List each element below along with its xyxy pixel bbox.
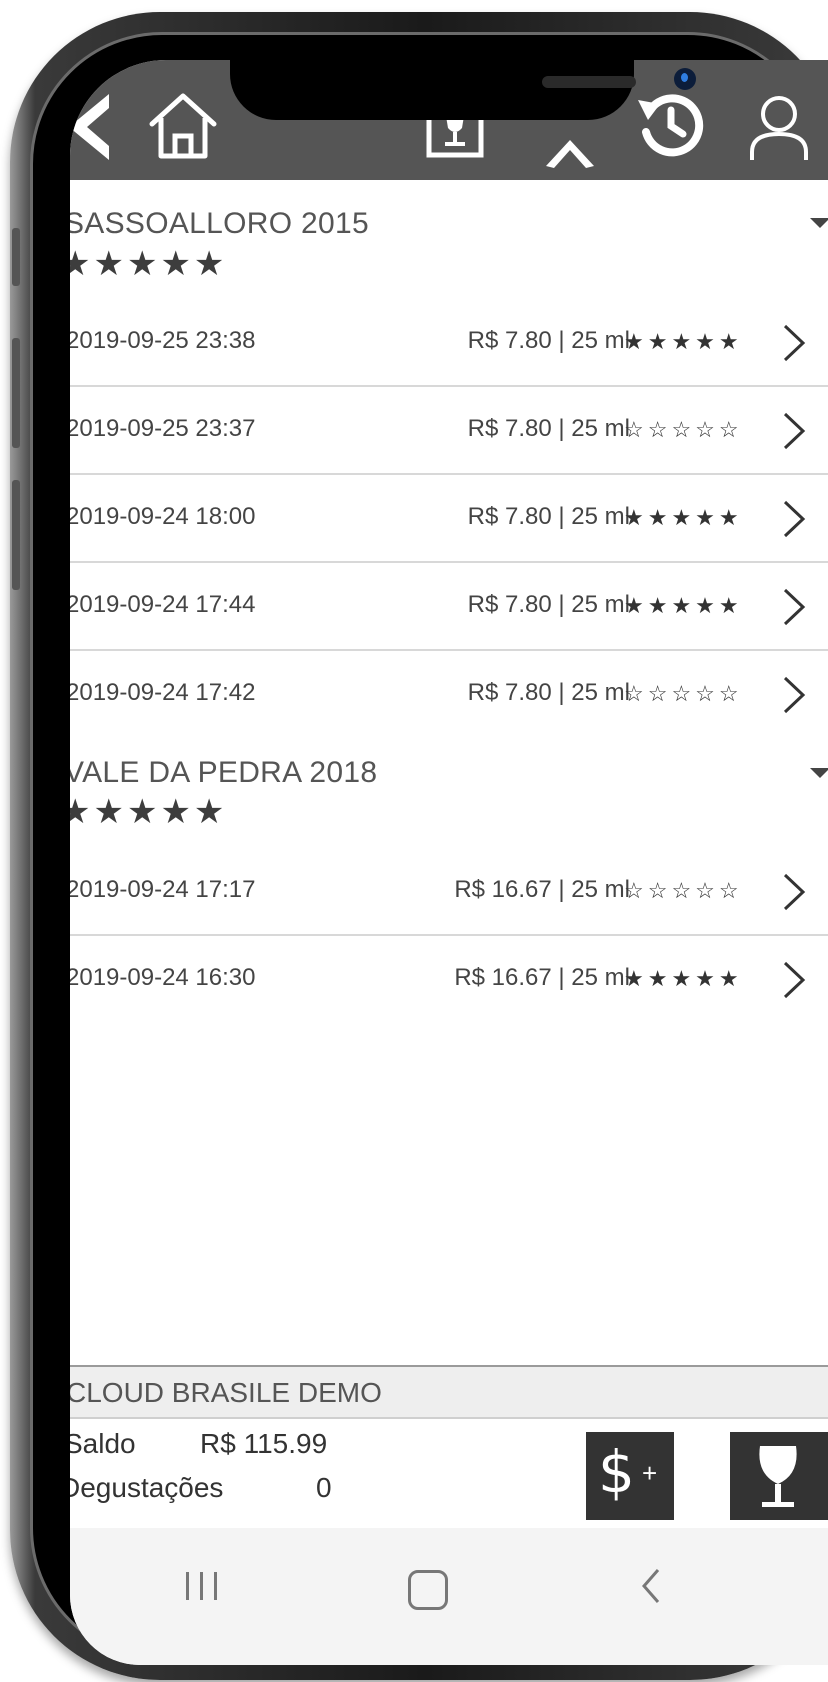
tasting-stars: ★★★★★ [624,966,743,991]
dollar-icon: $ [598,1438,635,1506]
tasting-price: R$ 16.67 | 25 ml [454,964,630,991]
tasting-price: R$ 7.80 | 25 ml [467,327,630,354]
recent-apps-icon[interactable] [182,1566,222,1606]
wine-title[interactable]: VALE DA PEDRA 2018 [70,756,377,790]
plus-icon: + [642,1458,658,1488]
tasting-row[interactable]: 2019-09-24 17:17 R$ 16.67 | 25 ml ☆☆☆☆☆ [70,850,828,936]
chevron-right-icon[interactable] [782,323,806,363]
wine-rating-stars: ★★★★★ [70,245,228,283]
tastings-label: Degustações [70,1472,224,1503]
tasting-date: 2019-09-24 17:42 [70,679,256,706]
chevron-right-icon[interactable] [782,960,806,1000]
tasting-date: 2019-09-25 23:38 [70,327,256,354]
tasting-row[interactable]: 2019-09-25 23:38 R$ 7.80 | 25 ml ★★★★★ [70,301,828,387]
chevron-right-icon[interactable] [782,587,806,627]
speaker-grille [542,76,636,88]
account-name: CLOUD BRASILE DEMO [70,1377,382,1408]
phone-side-button [12,228,20,286]
tastings-value: 0 [316,1472,332,1503]
tasting-date: 2019-09-24 17:44 [70,591,256,618]
wine-rating-stars: ★★★★★ [70,793,228,831]
tasting-price: R$ 7.80 | 25 ml [467,503,630,530]
tasting-row[interactable]: 2019-09-24 17:42 R$ 7.80 | 25 ml ☆☆☆☆☆ [70,653,828,739]
front-camera [674,68,696,90]
chevron-right-icon[interactable] [782,872,806,912]
tasting-stars: ★★★★★ [624,329,743,354]
back-icon[interactable] [70,92,113,162]
phone-side-button [12,338,20,448]
wine-title[interactable]: SASSOALLORO 2015 [70,207,369,241]
add-credit-button[interactable]: $ + [586,1432,674,1520]
tasting-date: 2019-09-24 17:17 [70,876,256,903]
balance-value: R$ 115.99 [200,1428,328,1459]
tasting-price: R$ 7.80 | 25 ml [467,415,630,442]
tasting-stars: ★★★★★ [624,593,743,618]
collapse-caret-icon[interactable] [810,218,828,228]
wine-glass-button[interactable] [730,1432,828,1520]
user-icon[interactable] [746,92,812,162]
tasting-price: R$ 7.80 | 25 ml [467,679,630,706]
tasting-stars: ☆☆☆☆☆ [624,417,743,442]
app-screen: SASSOALLORO 2015 ★★★★★ 2019-09-25 23:38 … [70,60,828,1665]
tasting-row[interactable]: 2019-09-24 16:30 R$ 16.67 | 25 ml ★★★★★ [70,938,828,1024]
wine-glass-icon [759,1446,797,1507]
back-nav-icon[interactable] [636,1566,666,1606]
history-icon[interactable] [636,90,706,160]
tasting-date: 2019-09-25 23:37 [70,415,256,442]
tasting-stars: ★★★★★ [624,505,743,530]
account-bar: CLOUD BRASILE DEMO [70,1365,828,1419]
tasting-date: 2019-09-24 16:30 [70,964,256,991]
tasting-row[interactable]: 2019-09-24 17:44 R$ 7.80 | 25 ml ★★★★★ [70,565,828,651]
tasting-price: R$ 16.67 | 25 ml [454,876,630,903]
tasting-row[interactable]: 2019-09-25 23:37 R$ 7.80 | 25 ml ☆☆☆☆☆ [70,389,828,475]
tasting-row[interactable]: 2019-09-24 18:00 R$ 7.80 | 25 ml ★★★★★ [70,477,828,563]
tasting-date: 2019-09-24 18:00 [70,503,256,530]
tasting-stars: ☆☆☆☆☆ [624,878,743,903]
tasting-price: R$ 7.80 | 25 ml [467,591,630,618]
chevron-right-icon[interactable] [782,411,806,451]
system-nav-bar [70,1528,828,1665]
chevron-right-icon[interactable] [782,675,806,715]
balance-label: Saldo [70,1428,136,1459]
home-nav-icon[interactable] [408,1570,448,1610]
collapse-caret-icon[interactable] [810,768,828,778]
home-icon[interactable] [146,88,220,162]
tasting-stars: ☆☆☆☆☆ [624,681,743,706]
phone-side-button [12,480,20,590]
camera-notch [230,60,696,120]
chevron-right-icon[interactable] [782,499,806,539]
